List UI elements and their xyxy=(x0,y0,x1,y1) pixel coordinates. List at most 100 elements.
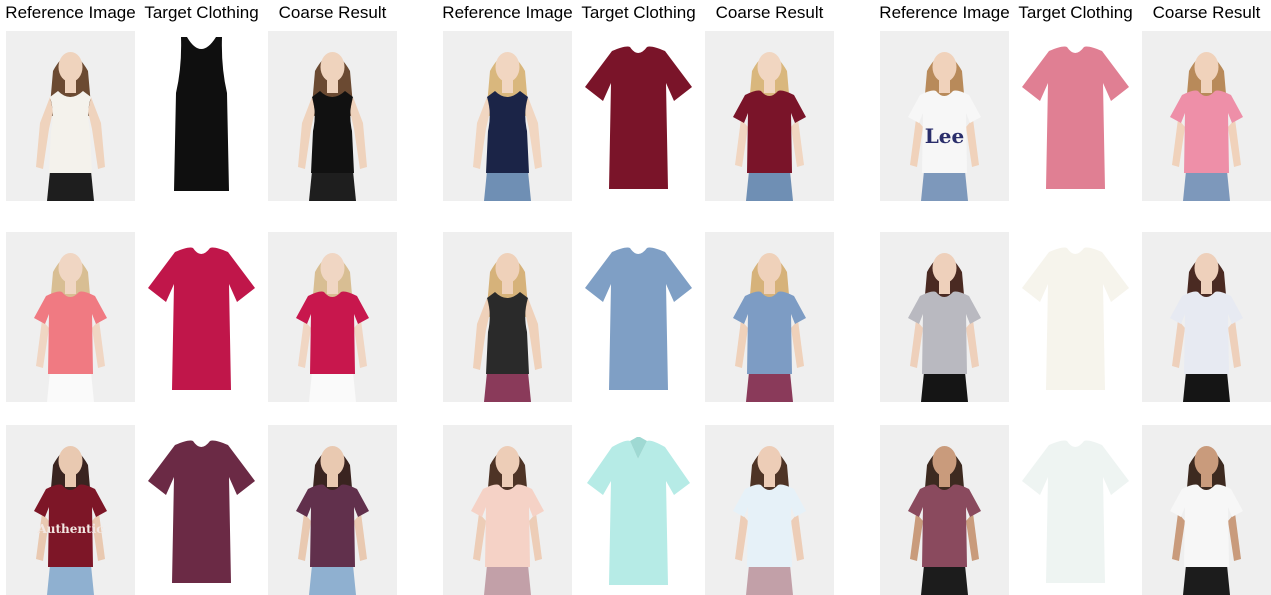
result-image xyxy=(1142,232,1271,402)
result-image xyxy=(268,232,397,402)
pants xyxy=(1183,372,1230,402)
garment-figure xyxy=(1011,425,1140,595)
top-garment xyxy=(486,292,529,374)
garment-figure xyxy=(137,232,266,402)
face xyxy=(496,52,520,82)
person-figure xyxy=(880,425,1009,595)
face xyxy=(758,52,782,82)
target-image xyxy=(574,425,703,595)
face xyxy=(1195,253,1219,283)
column-header: Reference Image xyxy=(1,3,141,23)
pants xyxy=(309,565,356,595)
result-image xyxy=(705,31,834,201)
top-garment xyxy=(49,91,92,173)
garment-figure xyxy=(1011,31,1140,201)
reference-image xyxy=(6,31,135,201)
face xyxy=(933,253,957,283)
column-header: Reference Image xyxy=(438,3,578,23)
reference-image xyxy=(443,425,572,595)
person-figure xyxy=(268,425,397,595)
column-header: Coarse Result xyxy=(1137,3,1271,23)
pants xyxy=(47,565,94,595)
person-figure xyxy=(1142,232,1271,402)
person-figure: Authentic xyxy=(6,425,135,595)
pants xyxy=(1183,171,1230,201)
pants xyxy=(1183,565,1230,595)
person-figure xyxy=(443,31,572,201)
shirt-print-text: Authentic xyxy=(36,522,103,536)
garment-figure xyxy=(1011,232,1140,402)
result-image xyxy=(268,31,397,201)
person-figure xyxy=(443,425,572,595)
target-image xyxy=(137,232,266,402)
person-figure xyxy=(1142,425,1271,595)
result-image xyxy=(705,425,834,595)
reference-image: Authentic xyxy=(6,425,135,595)
pants xyxy=(746,565,793,595)
person-figure xyxy=(880,232,1009,402)
face xyxy=(321,52,345,82)
person-figure xyxy=(705,31,834,201)
reference-image xyxy=(880,425,1009,595)
pants xyxy=(484,171,531,201)
target-image xyxy=(137,31,266,201)
reference-image xyxy=(443,31,572,201)
result-image xyxy=(1142,425,1271,595)
person-figure xyxy=(268,31,397,201)
pants xyxy=(47,372,94,402)
face xyxy=(59,52,83,82)
person-figure xyxy=(268,232,397,402)
pants xyxy=(309,171,356,201)
face xyxy=(1195,52,1219,82)
top-garment xyxy=(311,91,354,173)
face xyxy=(933,446,957,476)
result-image xyxy=(705,232,834,402)
garment-figure xyxy=(137,425,266,595)
face xyxy=(321,446,345,476)
result-image xyxy=(1142,31,1271,201)
face xyxy=(321,253,345,283)
reference-image xyxy=(6,232,135,402)
result-image xyxy=(268,425,397,595)
target-image xyxy=(1011,232,1140,402)
target-image xyxy=(574,232,703,402)
pants xyxy=(47,171,94,201)
reference-image xyxy=(443,232,572,402)
shirt-print-text: Lee xyxy=(925,124,965,148)
column-header: Target Clothing xyxy=(132,3,272,23)
target-image xyxy=(137,425,266,595)
target-image xyxy=(1011,31,1140,201)
garment-shape xyxy=(174,37,229,191)
face xyxy=(496,253,520,283)
pants xyxy=(746,372,793,402)
face xyxy=(59,446,83,476)
person-figure xyxy=(443,232,572,402)
pants xyxy=(309,372,356,402)
person-figure xyxy=(705,425,834,595)
face xyxy=(496,446,520,476)
person-figure xyxy=(705,232,834,402)
person-figure: Lee xyxy=(880,31,1009,201)
person-figure xyxy=(1142,31,1271,201)
top-garment xyxy=(486,91,529,173)
garment-figure xyxy=(574,31,703,201)
face xyxy=(933,52,957,82)
pants xyxy=(484,565,531,595)
column-header: Coarse Result xyxy=(700,3,840,23)
face xyxy=(1195,446,1219,476)
pants xyxy=(921,565,968,595)
column-header: Coarse Result xyxy=(263,3,403,23)
face xyxy=(758,253,782,283)
garment-figure xyxy=(574,425,703,595)
pants xyxy=(746,171,793,201)
column-header: Target Clothing xyxy=(569,3,709,23)
pants xyxy=(921,171,968,201)
column-header: Reference Image xyxy=(875,3,1015,23)
person-figure xyxy=(6,232,135,402)
person-figure xyxy=(6,31,135,201)
pants xyxy=(921,372,968,402)
face xyxy=(758,446,782,476)
reference-image xyxy=(880,232,1009,402)
column-header: Target Clothing xyxy=(1006,3,1146,23)
garment-figure xyxy=(574,232,703,402)
